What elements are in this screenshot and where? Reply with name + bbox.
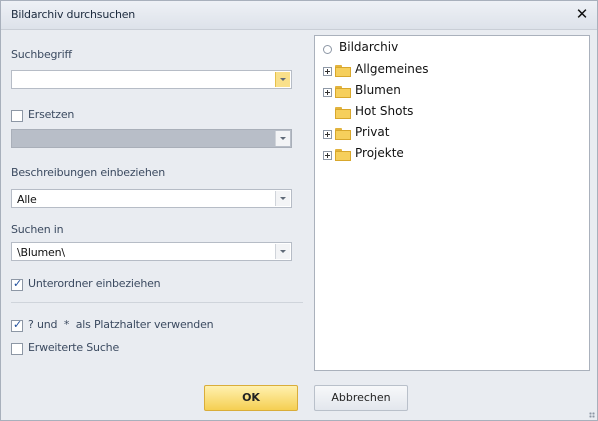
chevron-down-icon[interactable] — [275, 244, 290, 259]
window-title: Bildarchiv durchsuchen — [11, 8, 136, 21]
tree-expand-icon[interactable] — [323, 151, 332, 160]
folder-icon — [335, 86, 351, 98]
tree-item-hot-shots[interactable]: Hot Shots — [355, 104, 413, 118]
tree-item-allgemeines[interactable]: Allgemeines — [355, 62, 429, 76]
tree-expand-icon[interactable] — [323, 88, 332, 97]
search-in-combo[interactable]: \Blumen\ — [11, 242, 292, 261]
divider — [11, 302, 303, 303]
search-label: Suchbegriff — [11, 48, 72, 61]
close-icon[interactable]: ✕ — [573, 5, 591, 23]
wildcard-question: ? — [28, 318, 34, 331]
wildcard-star: * — [63, 318, 70, 331]
descriptions-combo[interactable]: Alle — [11, 189, 292, 208]
search-dialog: Bildarchiv durchsuchen ✕ Suchbegriff Ers… — [0, 0, 598, 421]
folder-icon — [335, 128, 351, 140]
tree-item-privat[interactable]: Privat — [355, 125, 389, 139]
subfolders-checkbox[interactable] — [11, 277, 23, 291]
radio-icon[interactable] — [323, 45, 332, 54]
folder-icon — [335, 149, 351, 161]
search-in-value: \Blumen\ — [17, 246, 65, 259]
folder-icon — [335, 65, 351, 77]
descriptions-label: Beschreibungen einbeziehen — [11, 166, 165, 179]
ok-button[interactable]: OK — [204, 385, 298, 411]
tree-expand-icon[interactable] — [323, 67, 332, 76]
chevron-down-icon[interactable] — [275, 72, 290, 87]
search-combo[interactable] — [11, 70, 292, 89]
tree-root[interactable]: Bildarchiv — [339, 40, 398, 54]
wildcard-suffix: als Platzhalter verwenden — [75, 318, 214, 331]
title-bar: Bildarchiv durchsuchen ✕ — [1, 1, 597, 30]
replace-label: Ersetzen — [28, 108, 75, 121]
wildcard-and: und — [36, 318, 58, 331]
wildcards-checkbox[interactable] — [11, 318, 23, 332]
tree-item-blumen[interactable]: Blumen — [355, 83, 401, 97]
cancel-button[interactable]: Abbrechen — [314, 385, 408, 411]
tree-item-projekte[interactable]: Projekte — [355, 146, 404, 160]
advanced-search-label: Erweiterte Suche — [28, 341, 120, 354]
search-in-label: Suchen in — [11, 223, 64, 236]
folder-icon — [335, 107, 351, 119]
wildcards-label: ? und * als Platzhalter verwenden — [28, 318, 308, 331]
tree-expand-icon[interactable] — [323, 130, 332, 139]
descriptions-value: Alle — [17, 193, 37, 206]
resize-grip[interactable] — [589, 412, 595, 418]
subfolders-label: Unterordner einbeziehen — [28, 277, 161, 290]
advanced-search-checkbox[interactable] — [11, 343, 23, 355]
folder-tree[interactable]: Bildarchiv Allgemeines Blumen Hot Shots … — [314, 35, 590, 371]
chevron-down-icon[interactable] — [275, 191, 290, 206]
chevron-down-icon — [275, 131, 290, 146]
replace-checkbox[interactable] — [11, 110, 23, 122]
replace-combo — [11, 129, 292, 148]
